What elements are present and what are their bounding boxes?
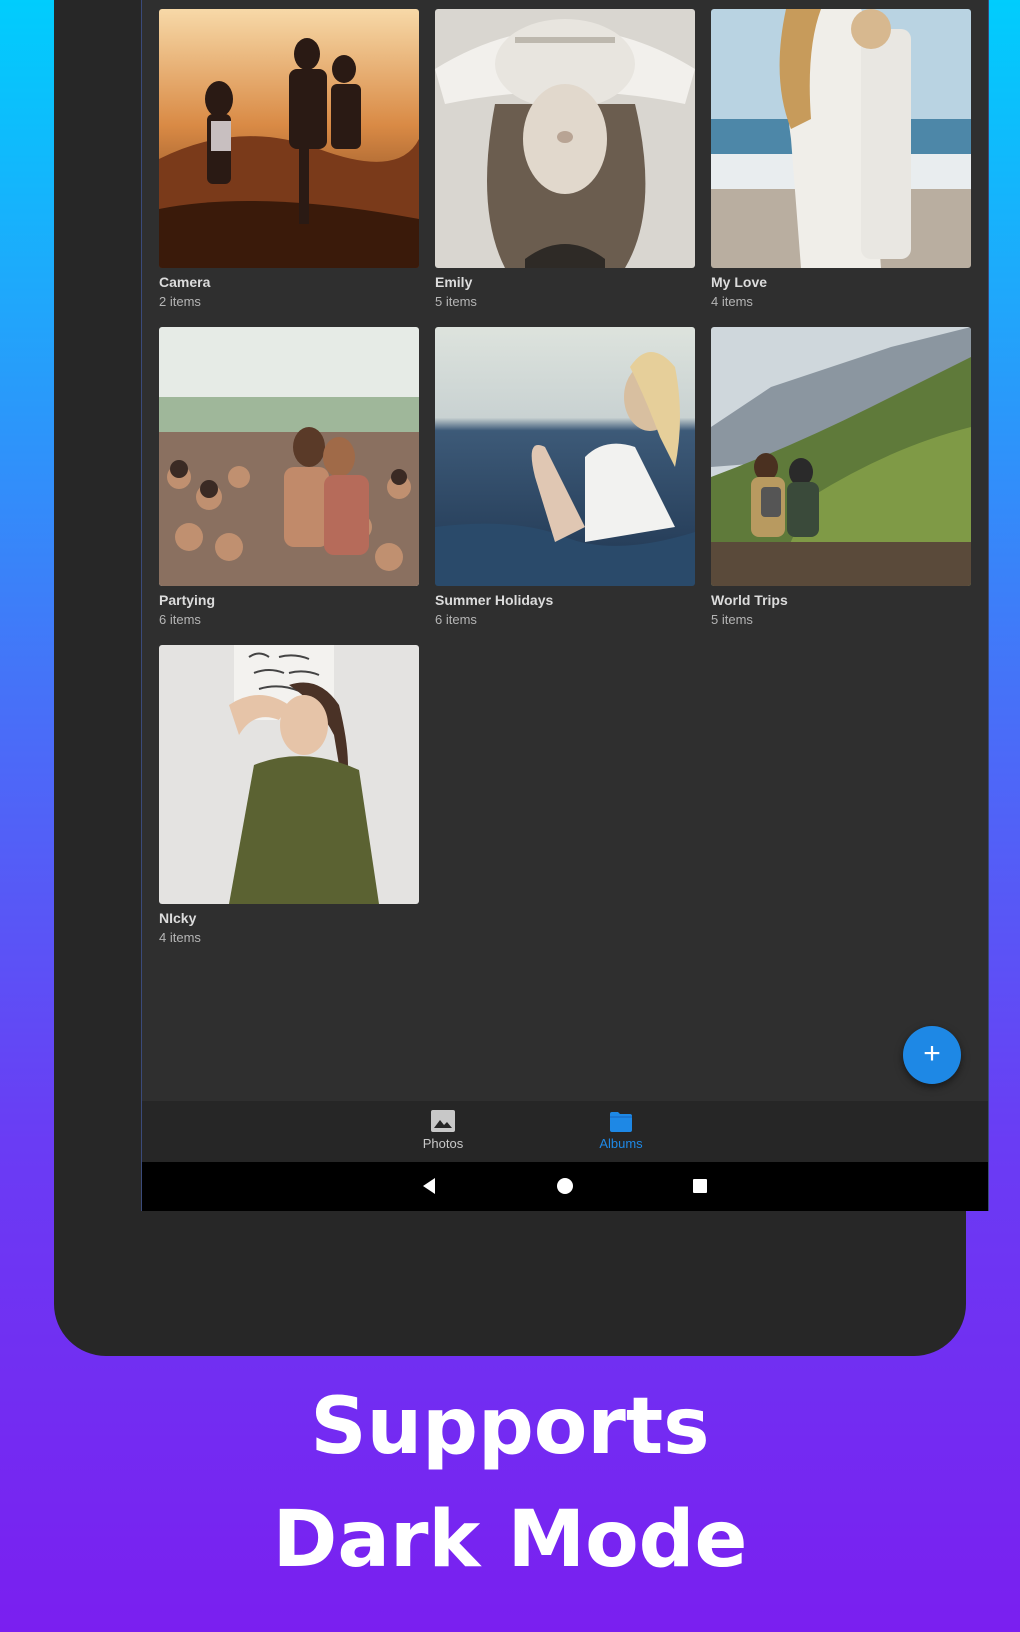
album-item-count: 6 items — [435, 612, 477, 627]
folder-icon — [610, 1112, 632, 1132]
add-icon: + — [923, 1037, 941, 1070]
headline-line-1: Supports — [310, 1382, 710, 1472]
album-card-emily[interactable]: Emily 5 items — [435, 9, 695, 310]
album-item-count: 4 items — [711, 294, 753, 309]
album-card-my-love[interactable]: My Love 4 items — [711, 9, 971, 310]
album-title: My Love — [711, 274, 768, 290]
album-card-partying[interactable]: Partying 6 items — [159, 327, 419, 628]
album-item-count: 6 items — [159, 612, 201, 627]
album-thumbnail[interactable] — [159, 327, 419, 586]
album-title: World Trips — [711, 592, 788, 608]
album-thumbnail[interactable] — [711, 327, 971, 586]
album-item-count: 2 items — [159, 294, 201, 309]
tablet-frame: Camera 2 items Emily 5 items My Love 4 i… — [54, 0, 989, 1356]
recents-icon[interactable] — [690, 1176, 710, 1196]
nav-tab-albums[interactable]: Albums — [566, 1109, 676, 1152]
album-card-camera[interactable]: Camera 2 items — [159, 9, 419, 310]
back-icon[interactable] — [420, 1176, 440, 1196]
album-thumbnail[interactable] — [159, 9, 419, 268]
system-navigation-bar — [142, 1162, 988, 1211]
album-item-count: 5 items — [711, 612, 753, 627]
home-icon[interactable] — [555, 1176, 575, 1196]
album-title: Summer Holidays — [435, 592, 554, 608]
album-item-count: 4 items — [159, 930, 201, 945]
album-thumbnail[interactable] — [159, 645, 419, 904]
image-icon — [431, 1110, 455, 1132]
add-album-fab[interactable]: + — [903, 1026, 961, 1084]
nav-label: Albums — [599, 1136, 643, 1151]
album-title: Camera — [159, 274, 211, 290]
album-card-world-trips[interactable]: World Trips 5 items — [711, 327, 971, 628]
album-thumbnail[interactable] — [435, 9, 695, 268]
headline-line-2: Dark Mode — [272, 1495, 748, 1585]
nav-label: Photos — [422, 1136, 464, 1151]
app-screen: Camera 2 items Emily 5 items My Love 4 i… — [141, 0, 989, 1211]
album-title: NIcky — [159, 910, 197, 926]
album-thumbnail[interactable] — [435, 327, 695, 586]
album-card-summer-holidays[interactable]: Summer Holidays 6 items — [435, 327, 695, 628]
album-title: Emily — [435, 274, 473, 290]
album-item-count: 5 items — [435, 294, 477, 309]
nav-tab-photos[interactable]: Photos — [388, 1109, 498, 1152]
album-title: Partying — [159, 592, 216, 608]
album-card-nicky[interactable]: NIcky 4 items — [159, 645, 419, 946]
bottom-navigation: Photos Albums — [142, 1101, 988, 1162]
album-thumbnail[interactable] — [711, 9, 971, 268]
